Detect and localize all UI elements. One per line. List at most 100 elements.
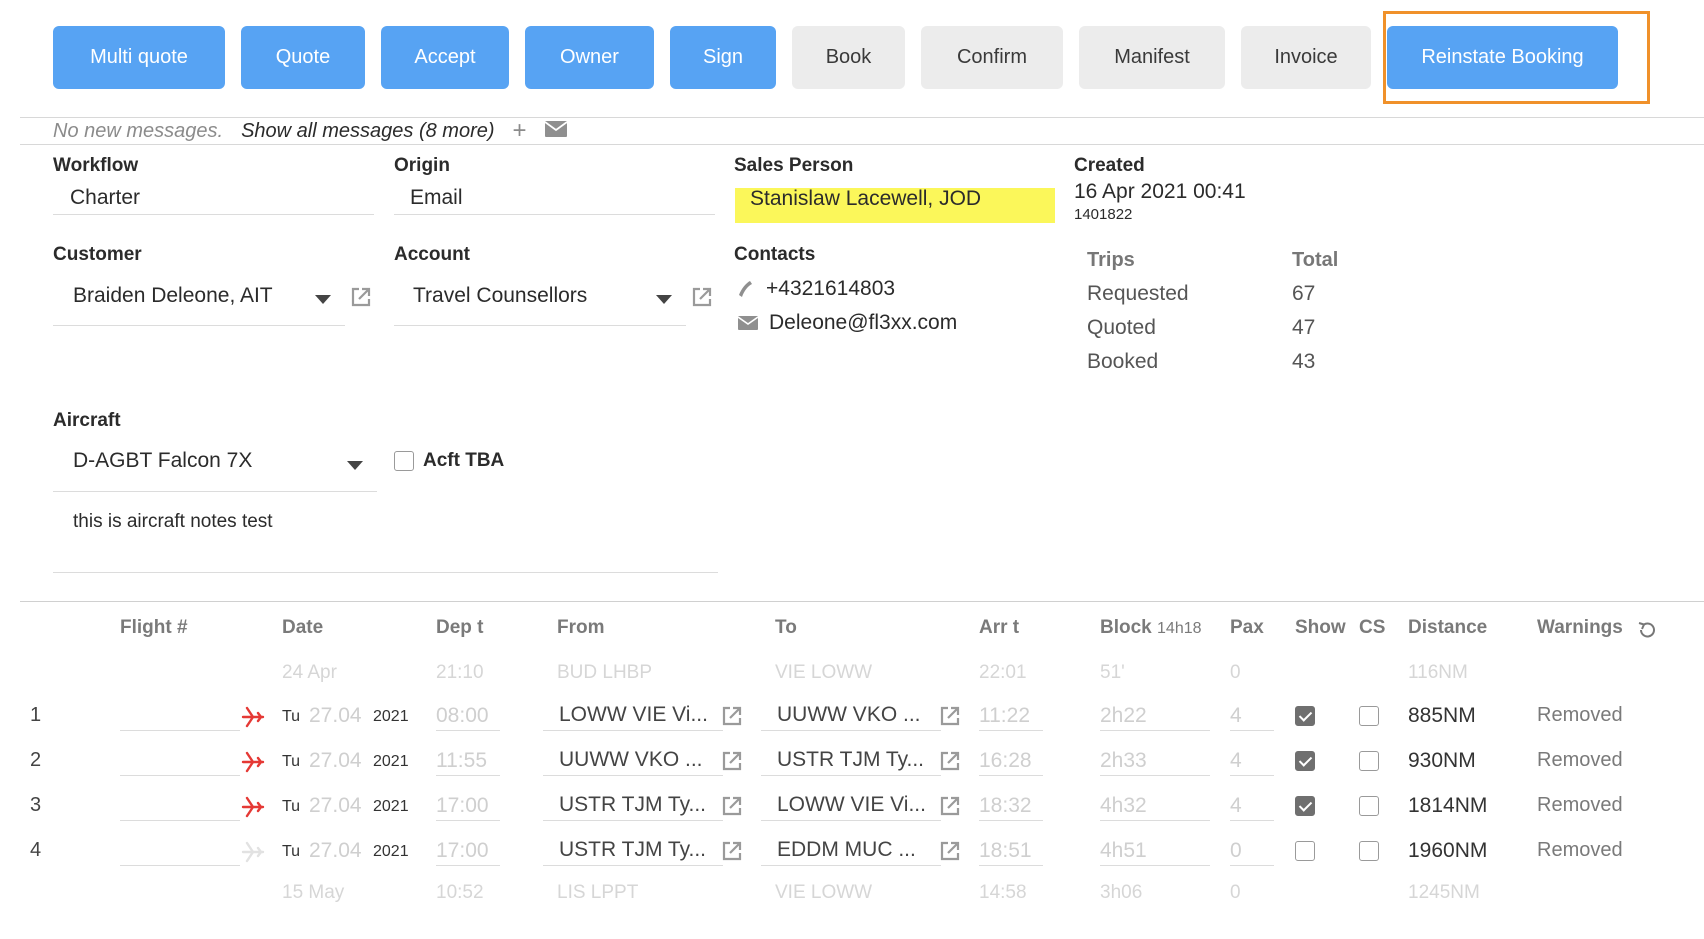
row-pax[interactable]: 4 — [1230, 704, 1242, 728]
external-link-icon[interactable] — [691, 286, 713, 308]
row-warning: Removed — [1537, 704, 1623, 726]
row-pax[interactable]: 0 — [1230, 839, 1242, 863]
cs-checkbox[interactable] — [1359, 706, 1379, 726]
row-date[interactable]: 27.04 — [309, 704, 362, 728]
row-arr[interactable]: 18:51 — [979, 839, 1032, 863]
invoice-button[interactable]: Invoice — [1241, 26, 1371, 89]
row-distance: 1814NM — [1408, 794, 1488, 817]
external-link-icon[interactable] — [721, 840, 743, 862]
trips-header: Trips — [1087, 249, 1135, 271]
row-from[interactable]: LOWW VIE Vi... — [559, 703, 708, 727]
next-leg-from: LIS LPPT — [557, 882, 639, 903]
origin-value[interactable]: Email — [410, 186, 463, 210]
chevron-down-icon[interactable] — [315, 295, 331, 304]
multi-quote-button[interactable]: Multi quote — [53, 26, 225, 89]
row-from[interactable]: USTR TJM Ty... — [559, 838, 706, 862]
row-dep[interactable]: 17:00 — [436, 794, 489, 818]
arr-underline — [979, 820, 1043, 821]
row-dep[interactable]: 08:00 — [436, 704, 489, 728]
accept-button[interactable]: Accept — [381, 26, 509, 89]
external-link-icon[interactable] — [721, 750, 743, 772]
row-pax[interactable]: 4 — [1230, 749, 1242, 773]
row-from[interactable]: UUWW VKO ... — [559, 748, 703, 772]
show-checkbox[interactable] — [1295, 841, 1315, 861]
row-year: 2021 — [373, 753, 409, 770]
row-dep[interactable]: 11:55 — [436, 749, 487, 773]
quote-button[interactable]: Quote — [241, 26, 365, 89]
row-date[interactable]: 27.04 — [309, 749, 362, 773]
cs-checkbox[interactable] — [1359, 841, 1379, 861]
flight-number-field[interactable] — [120, 820, 240, 821]
external-link-icon[interactable] — [939, 795, 961, 817]
contacts-label: Contacts — [734, 244, 816, 265]
row-pax[interactable]: 4 — [1230, 794, 1242, 818]
trips-quoted-label: Quoted — [1087, 316, 1156, 339]
account-underline — [394, 325, 686, 326]
external-link-icon[interactable] — [721, 795, 743, 817]
aircraft-notes[interactable]: this is aircraft notes test — [73, 511, 273, 533]
acft-tba-checkbox[interactable] — [394, 451, 414, 471]
aircraft-value[interactable]: D-AGBT Falcon 7X — [73, 449, 252, 473]
to-underline — [761, 775, 941, 776]
to-underline — [761, 730, 941, 731]
chevron-down-icon[interactable] — [347, 461, 363, 470]
confirm-button[interactable]: Confirm — [921, 26, 1063, 89]
row-to[interactable]: UUWW VKO ... — [777, 703, 921, 727]
envelope-icon[interactable] — [544, 120, 568, 143]
flight-number-field[interactable] — [120, 865, 240, 866]
row-from[interactable]: USTR TJM Ty... — [559, 793, 706, 817]
account-value[interactable]: Travel Counsellors — [413, 284, 587, 308]
row-arr[interactable]: 18:32 — [979, 794, 1032, 818]
row-warning: Removed — [1537, 794, 1623, 816]
external-link-icon[interactable] — [721, 705, 743, 727]
chevron-down-icon[interactable] — [656, 295, 672, 304]
manifest-button[interactable]: Manifest — [1079, 26, 1225, 89]
owner-button[interactable]: Owner — [525, 26, 654, 89]
external-link-icon[interactable] — [350, 286, 372, 308]
aircraft-label: Aircraft — [53, 410, 121, 431]
show-all-messages-link[interactable]: Show all messages (8 more) — [241, 120, 494, 143]
row-dep[interactable]: 17:00 — [436, 839, 489, 863]
refresh-icon[interactable] — [1636, 619, 1658, 646]
row-distance: 885NM — [1408, 704, 1476, 727]
book-button[interactable]: Book — [792, 26, 905, 89]
col-date: Date — [282, 617, 324, 638]
cs-checkbox[interactable] — [1359, 796, 1379, 816]
row-date[interactable]: 27.04 — [309, 794, 362, 818]
contact-phone[interactable]: +4321614803 — [766, 277, 895, 301]
acft-tba-label: Acft TBA — [423, 450, 505, 471]
add-message-icon[interactable]: + — [513, 119, 527, 143]
show-checkbox[interactable] — [1295, 706, 1315, 726]
row-block: 4h51 — [1100, 839, 1147, 862]
row-arr[interactable]: 11:22 — [979, 704, 1030, 728]
pax-underline — [1230, 820, 1274, 821]
flight-number-field[interactable] — [120, 775, 240, 776]
row-distance: 930NM — [1408, 749, 1476, 772]
workflow-value[interactable]: Charter — [70, 186, 140, 210]
sign-button[interactable]: Sign — [670, 26, 776, 89]
row-date[interactable]: 27.04 — [309, 839, 362, 863]
row-to[interactable]: LOWW VIE Vi... — [777, 793, 926, 817]
external-link-icon[interactable] — [939, 750, 961, 772]
from-underline — [543, 775, 723, 776]
prev-leg-distance: 116NM — [1408, 662, 1468, 683]
cs-checkbox[interactable] — [1359, 751, 1379, 771]
row-to[interactable]: EDDM MUC ... — [777, 838, 916, 862]
external-link-icon[interactable] — [939, 840, 961, 862]
show-checkbox[interactable] — [1295, 796, 1315, 816]
divider — [20, 144, 1704, 145]
external-link-icon[interactable] — [939, 705, 961, 727]
customer-value[interactable]: Braiden Deleone, AIT — [73, 284, 273, 308]
flight-number-field[interactable] — [120, 730, 240, 731]
contact-email[interactable]: Deleone@fl3xx.com — [769, 311, 957, 335]
workflow-underline — [53, 214, 374, 215]
arr-underline — [979, 775, 1043, 776]
prev-leg-from: BUD LHBP — [557, 662, 653, 683]
pax-underline — [1230, 775, 1274, 776]
divider — [20, 601, 1704, 602]
prev-leg-date: 24 Apr — [282, 662, 337, 683]
row-to[interactable]: USTR TJM Ty... — [777, 748, 924, 772]
sales-person-value[interactable]: Stanislaw Lacewell, JOD — [750, 187, 981, 211]
row-arr[interactable]: 16:28 — [979, 749, 1032, 773]
show-checkbox[interactable] — [1295, 751, 1315, 771]
